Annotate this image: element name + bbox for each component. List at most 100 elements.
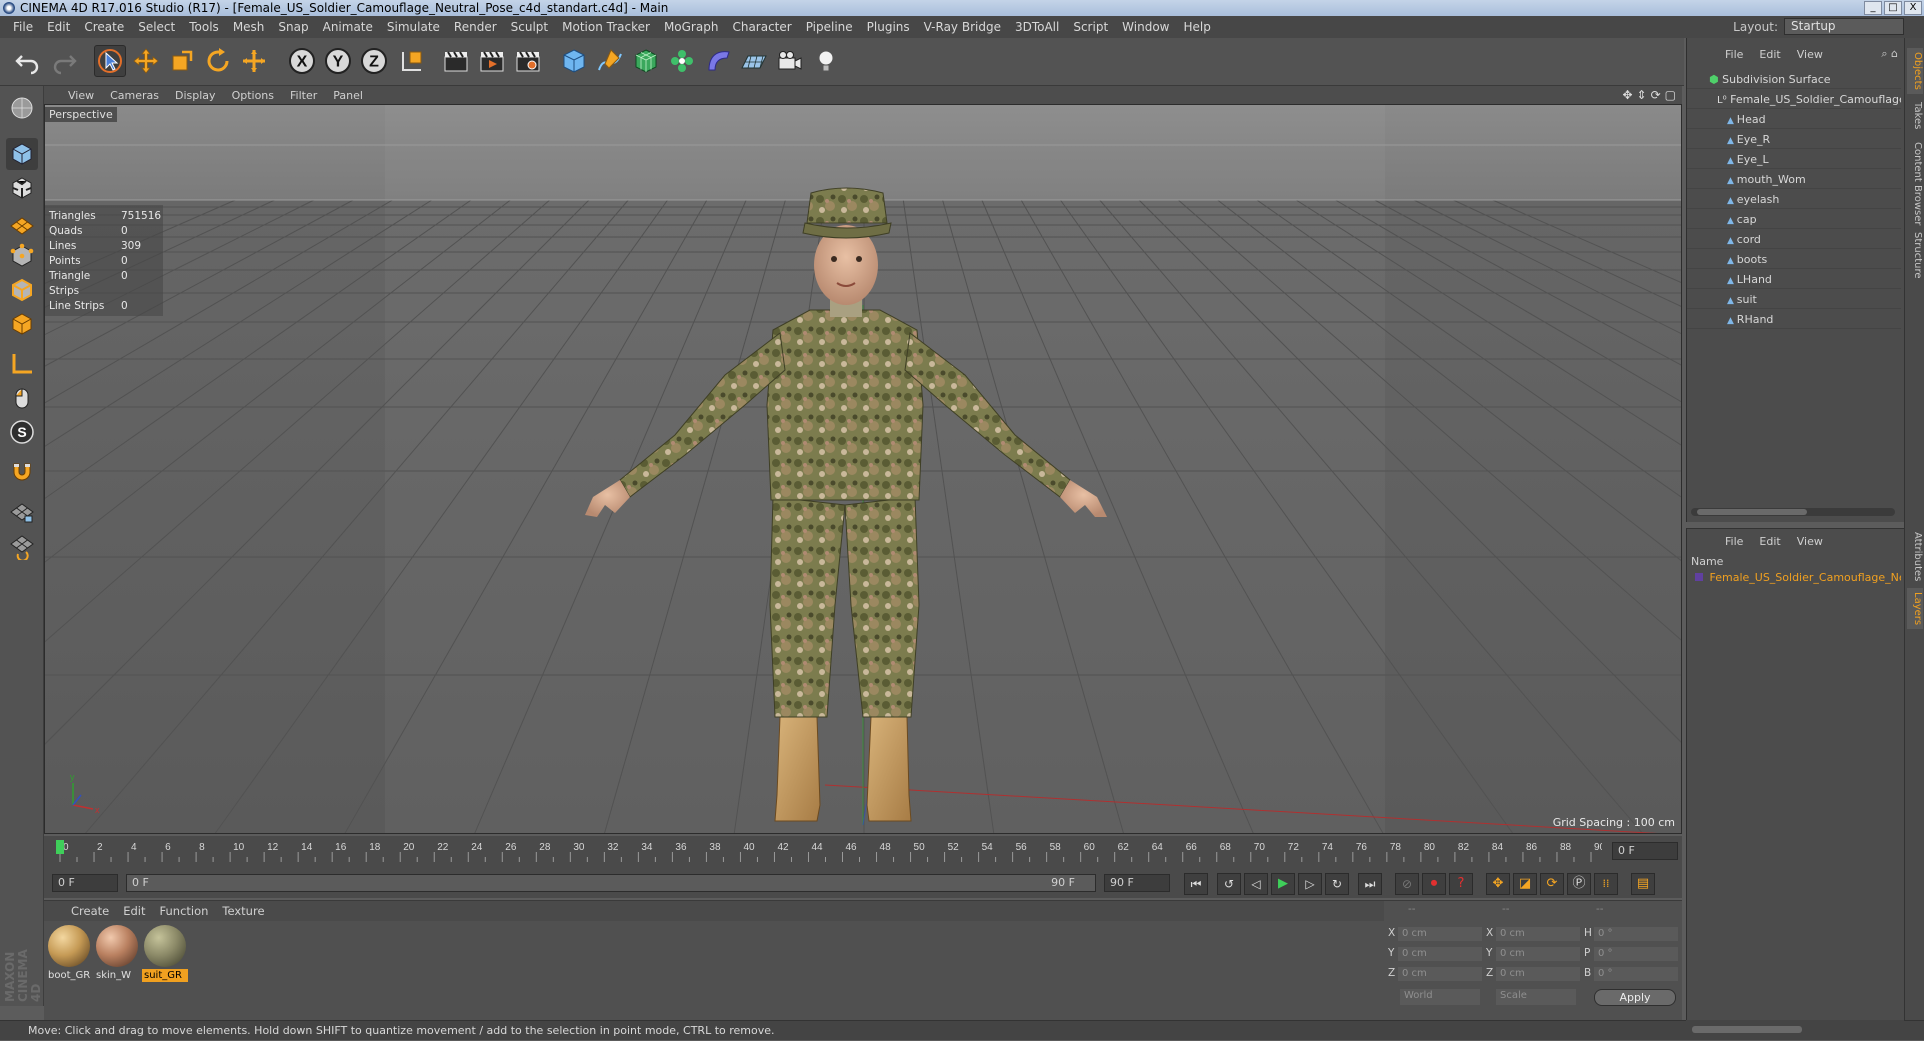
key-rotation-icon[interactable]: ⟳ bbox=[1540, 873, 1564, 895]
light-button[interactable] bbox=[810, 45, 842, 77]
planar-workplane-button[interactable] bbox=[6, 530, 38, 562]
position-x-field[interactable]: 0 cm bbox=[1398, 927, 1482, 941]
object-menu-edit[interactable]: Edit bbox=[1751, 48, 1788, 61]
rotation-p-field[interactable]: 0 ° bbox=[1594, 947, 1678, 961]
subdivision-surface-button[interactable] bbox=[630, 45, 662, 77]
go-to-start-icon[interactable]: ⏮ bbox=[1184, 873, 1208, 895]
object-row-child[interactable]: ▲ Head bbox=[1687, 110, 1901, 129]
object-row-child[interactable]: ▲ Eye_R bbox=[1687, 130, 1901, 149]
rotation-h-field[interactable]: 0 ° bbox=[1594, 927, 1678, 941]
make-editable-button[interactable] bbox=[6, 92, 38, 124]
menu-motion-tracker[interactable]: Motion Tracker bbox=[555, 16, 657, 38]
viewport-menu-cameras[interactable]: Cameras bbox=[106, 89, 171, 102]
solo-mode-button[interactable]: S bbox=[6, 416, 38, 448]
object-row-child[interactable]: ▲ cap bbox=[1687, 210, 1901, 229]
size-z-field[interactable]: 0 cm bbox=[1496, 967, 1580, 981]
object-row-child[interactable]: ▲ cord bbox=[1687, 230, 1901, 249]
material-menu-texture[interactable]: Texture bbox=[215, 904, 271, 918]
texture-mode-button[interactable] bbox=[6, 172, 38, 204]
layer-menu-view[interactable]: View bbox=[1789, 535, 1831, 548]
menu-3dtoall[interactable]: 3DToAll bbox=[1008, 16, 1066, 38]
rotation-b-field[interactable]: 0 ° bbox=[1594, 967, 1678, 981]
workplane-mode-button[interactable] bbox=[6, 206, 38, 238]
menu-snap[interactable]: Snap bbox=[271, 16, 315, 38]
camera-label[interactable]: Perspective bbox=[45, 107, 117, 122]
menu-create[interactable]: Create bbox=[77, 16, 131, 38]
undo-button[interactable] bbox=[12, 45, 44, 77]
render-view-button[interactable] bbox=[440, 45, 472, 77]
tab-structure[interactable]: Structure bbox=[1907, 228, 1923, 283]
scale-tool-button[interactable] bbox=[166, 45, 198, 77]
tab-attributes[interactable]: Attributes bbox=[1907, 528, 1923, 585]
object-row-child[interactable]: ▲ Eye_L bbox=[1687, 150, 1901, 169]
menu-plugins[interactable]: Plugins bbox=[860, 16, 917, 38]
object-row-group[interactable]: L⁰ Female_US_Soldier_Camouflage_N bbox=[1687, 90, 1901, 109]
size-x-field[interactable]: 0 cm bbox=[1496, 927, 1580, 941]
x-axis-lock-button[interactable]: X bbox=[286, 45, 318, 77]
material-menu-edit[interactable]: Edit bbox=[116, 904, 152, 918]
coordinate-system-button[interactable] bbox=[396, 45, 428, 77]
edges-mode-button[interactable] bbox=[6, 274, 38, 306]
axis-mode-button[interactable] bbox=[6, 348, 38, 380]
maximize-button[interactable]: □ bbox=[1884, 1, 1902, 15]
menu-file[interactable]: File bbox=[6, 16, 40, 38]
material-menu-create[interactable]: Create bbox=[64, 904, 116, 918]
key-position-icon[interactable]: ✥ bbox=[1486, 873, 1510, 895]
viewport-menu-filter[interactable]: Filter bbox=[286, 89, 329, 102]
tab-layers[interactable]: Layers bbox=[1907, 588, 1923, 630]
material-skin[interactable]: skin_W bbox=[94, 923, 140, 983]
viewport-menu-view[interactable]: View bbox=[64, 89, 106, 102]
tab-objects[interactable]: Objects bbox=[1907, 48, 1923, 94]
current-frame-field[interactable]: 0 F bbox=[1612, 842, 1678, 860]
object-row-child[interactable]: ▲ mouth_Wom bbox=[1687, 170, 1901, 189]
tweak-mode-button[interactable] bbox=[6, 382, 38, 414]
render-settings-button[interactable] bbox=[512, 45, 544, 77]
material-boot[interactable]: boot_GR bbox=[46, 923, 92, 983]
viewport-menu-display[interactable]: Display bbox=[171, 89, 228, 102]
menu-animate[interactable]: Animate bbox=[316, 16, 380, 38]
object-menu-file[interactable]: File bbox=[1717, 48, 1751, 61]
deformer-button[interactable] bbox=[702, 45, 734, 77]
tab-content-browser[interactable]: Content Browser bbox=[1907, 138, 1923, 229]
pan-view-icon[interactable]: ✥ bbox=[1622, 88, 1632, 102]
timeline-ruler[interactable]: 0 2 4 6 8 10 12 14 16 18 20 22 24 26 28 30 32 34 36 38 40 42 4… bbox=[44, 836, 1682, 870]
layer-menu-file[interactable]: File bbox=[1717, 535, 1751, 548]
menu-help[interactable]: Help bbox=[1176, 16, 1217, 38]
key-parameter-icon[interactable]: Ⓟ bbox=[1567, 873, 1591, 895]
viewport-menu-panel[interactable]: Panel bbox=[329, 89, 375, 102]
z-axis-lock-button[interactable]: Z bbox=[358, 45, 390, 77]
menu-edit[interactable]: Edit bbox=[40, 16, 77, 38]
camera-button[interactable] bbox=[774, 45, 806, 77]
dolly-view-icon[interactable]: ⇕ bbox=[1637, 88, 1647, 102]
menu-pipeline[interactable]: Pipeline bbox=[799, 16, 860, 38]
points-mode-button[interactable] bbox=[6, 240, 38, 272]
menu-script[interactable]: Script bbox=[1066, 16, 1115, 38]
record-active-icon[interactable]: ⏺ bbox=[1422, 873, 1446, 895]
object-row-subdivision[interactable]: ⬢ Subdivision Surface bbox=[1687, 70, 1901, 89]
menu-sculpt[interactable]: Sculpt bbox=[504, 16, 555, 38]
object-manager-search-icon[interactable]: ⌕ ⌂ bbox=[1881, 47, 1898, 61]
3d-viewport[interactable]: y x Perspective Triangles 751516 Quads 0 L… bbox=[44, 104, 1682, 834]
object-row-child[interactable]: ▲ suit bbox=[1687, 290, 1901, 309]
end-frame-field[interactable]: 90 F bbox=[1104, 874, 1170, 892]
size-y-field[interactable]: 0 cm bbox=[1496, 947, 1580, 961]
object-row-child[interactable]: ▲ LHand bbox=[1687, 270, 1901, 289]
key-scale-icon[interactable]: ◪ bbox=[1513, 873, 1537, 895]
menu-select[interactable]: Select bbox=[131, 16, 182, 38]
rotate-tool-button[interactable] bbox=[202, 45, 234, 77]
viewport-menu-options[interactable]: Options bbox=[228, 89, 286, 102]
menu-vray-bridge[interactable]: V-Ray Bridge bbox=[917, 16, 1008, 38]
key-pla-icon[interactable]: ⁞⁞ bbox=[1594, 873, 1618, 895]
layer-scroll-area[interactable] bbox=[1686, 1020, 1904, 1040]
object-row-child[interactable]: ▲ boots bbox=[1687, 250, 1901, 269]
layer-row[interactable]: Female_US_Soldier_Camouflage_Ne bbox=[1695, 571, 1901, 584]
start-frame-field[interactable]: 0 F bbox=[52, 874, 118, 892]
go-to-end-icon[interactable]: ⏭ bbox=[1358, 873, 1382, 895]
play-forward-icon[interactable]: ▶ bbox=[1271, 873, 1295, 895]
world-dropdown[interactable]: World bbox=[1400, 989, 1480, 1005]
move-tool-button[interactable] bbox=[130, 45, 162, 77]
render-to-picture-viewer-button[interactable] bbox=[476, 45, 508, 77]
object-row-child[interactable]: ▲ RHand bbox=[1687, 310, 1901, 329]
recent-tools-button[interactable] bbox=[238, 45, 270, 77]
object-menu-view[interactable]: View bbox=[1789, 48, 1831, 61]
